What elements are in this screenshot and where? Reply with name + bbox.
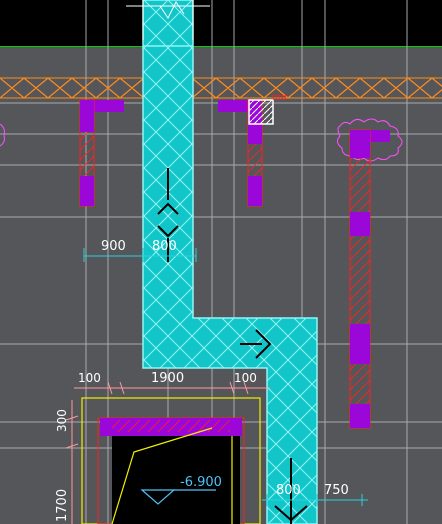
elevation-label: -6.900 [180,475,222,490]
dim-1700: 1700 [55,489,70,522]
dim-750: 750 [324,483,349,498]
top-dark-strip [0,0,442,46]
selection-marker[interactable] [248,99,274,125]
dim-300: 300 [55,409,69,432]
dim-1900: 1900 [151,371,184,386]
dim-800-bottom: 800 [276,483,301,498]
dim-100-right: 100 [234,371,257,385]
cad-drawing-canvas[interactable]: ttttt -6.900 900 800 100 1900 100 300 17… [0,0,442,524]
dim-800-top: 800 [152,239,177,254]
dim-100-left: 100 [78,371,101,385]
marker-tag: ttttt [272,93,288,102]
dim-900: 900 [101,239,126,254]
